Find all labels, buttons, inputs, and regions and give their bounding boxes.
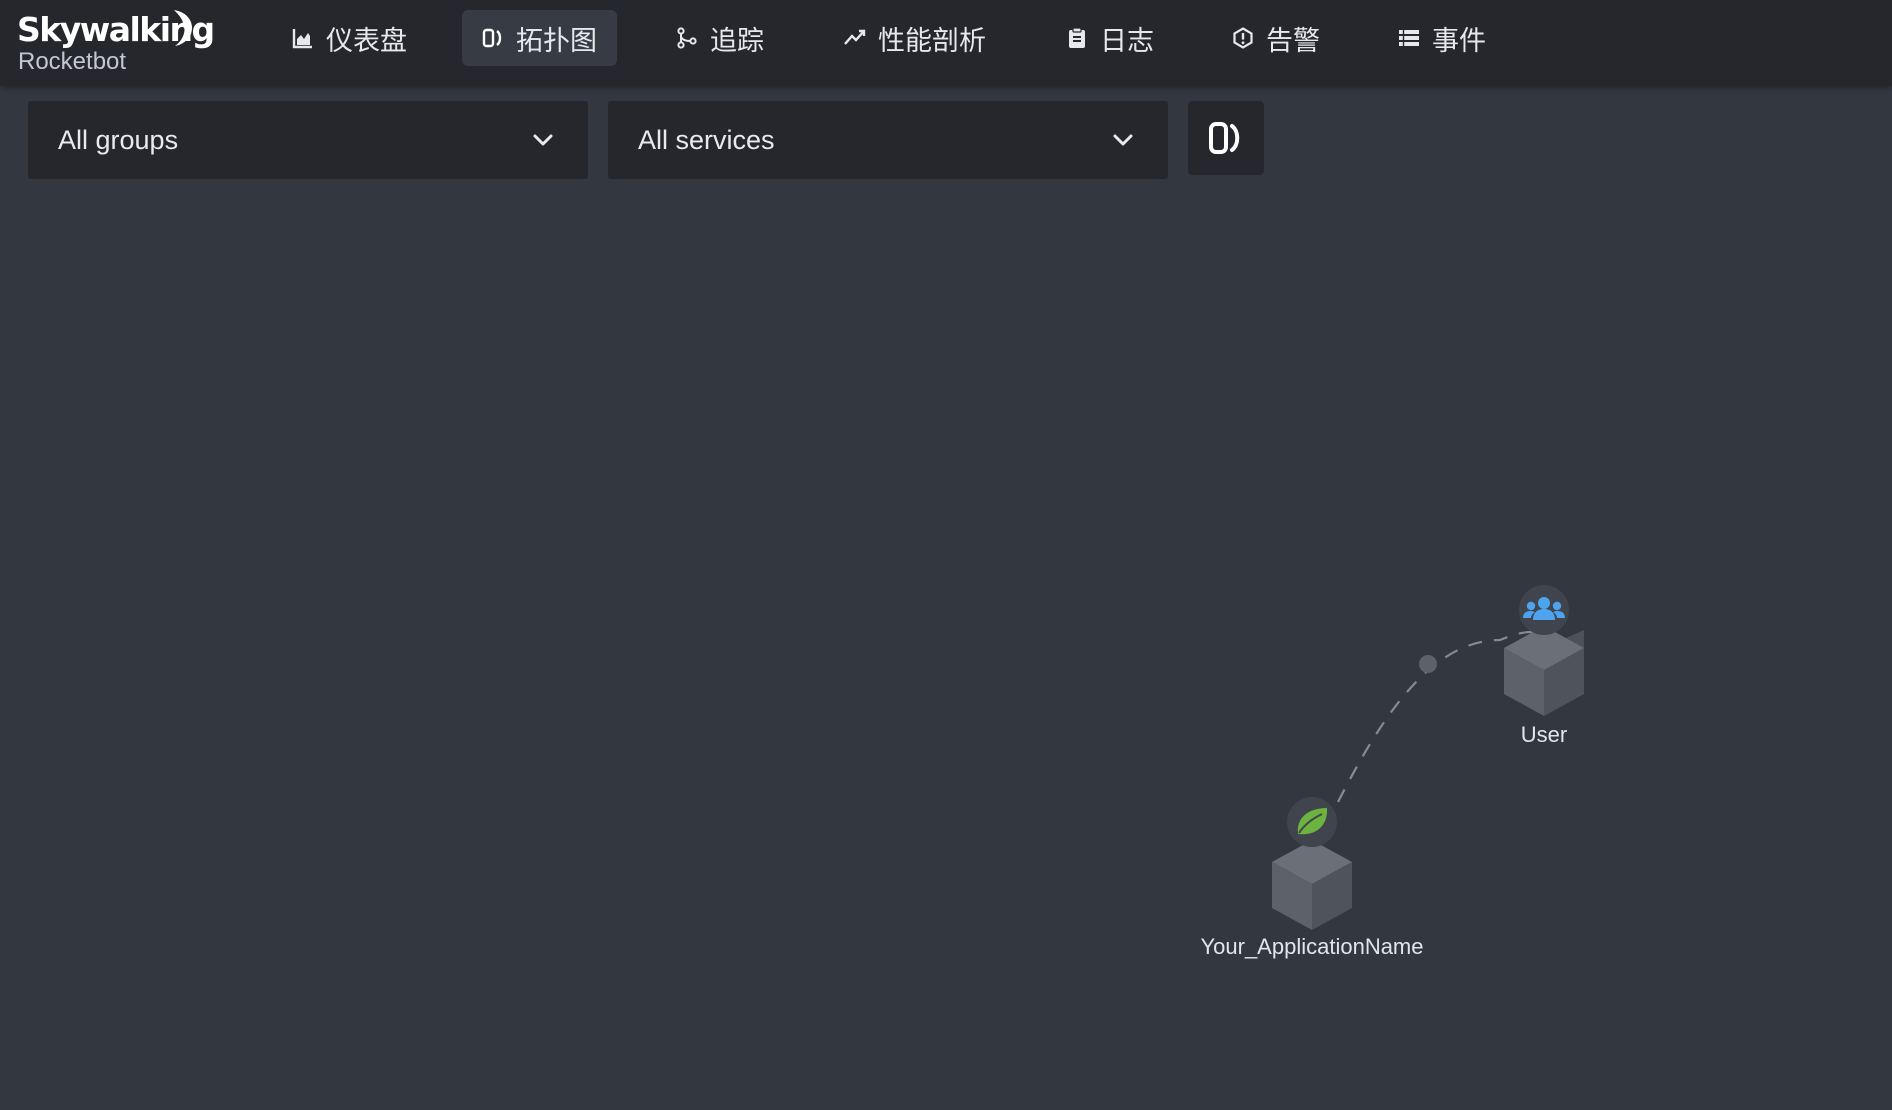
nav-item-label: 仪表盘	[326, 25, 407, 57]
nav-item-label: 事件	[1432, 25, 1486, 57]
group-select-value: All groups	[58, 125, 179, 155]
app-logo[interactable]: Skywalking Rocketbot	[17, 8, 215, 78]
topology-node-application[interactable]	[1272, 797, 1352, 930]
link-midpoint-handle[interactable]	[1419, 655, 1437, 673]
chart-icon	[292, 27, 314, 49]
chevron-down-icon	[532, 131, 554, 149]
nav-item-topology[interactable]: 拓扑图	[462, 10, 617, 66]
logo-swoosh-icon	[174, 10, 193, 46]
list-icon	[1398, 27, 1420, 49]
topology-canvas[interactable]: User Your_ApplicationName	[0, 190, 1892, 1110]
service-select-value: All services	[638, 125, 775, 155]
top-navigation-bar: Skywalking Rocketbot 仪表盘 拓扑图 追踪 性能剖析 日志 …	[0, 0, 1892, 86]
chevron-down-icon	[1112, 131, 1134, 149]
nav-item-alarms[interactable]: 告警	[1212, 10, 1340, 66]
service-select[interactable]: All services	[608, 101, 1168, 179]
nav-item-label: 追踪	[710, 25, 764, 57]
nav-item-trace[interactable]: 追踪	[656, 10, 784, 66]
logo-subtitle: Rocketbot	[18, 48, 127, 75]
nav-item-label: 告警	[1266, 25, 1320, 57]
alert-icon	[1232, 27, 1254, 49]
topology-node-user[interactable]	[1504, 585, 1584, 716]
nav-item-label: 拓扑图	[516, 25, 597, 57]
nav-item-dashboard[interactable]: 仪表盘	[272, 10, 427, 66]
topology-toggle-button[interactable]	[1188, 101, 1264, 175]
topology-icon	[482, 27, 504, 49]
topology-graph	[1272, 585, 1584, 930]
nav-item-label: 日志	[1100, 25, 1154, 57]
nav-item-logs[interactable]: 日志	[1046, 10, 1174, 66]
group-select[interactable]: All groups	[28, 101, 588, 179]
node-label-application: Your_ApplicationName	[1200, 934, 1424, 959]
node-label-user: User	[1520, 722, 1568, 747]
nav-item-events[interactable]: 事件	[1378, 10, 1506, 66]
nav-item-label: 性能剖析	[878, 25, 986, 57]
nav-item-profiling[interactable]: 性能剖析	[824, 10, 1006, 66]
topology-icon	[1209, 122, 1240, 154]
trace-icon	[676, 27, 698, 49]
trend-icon	[844, 27, 866, 49]
clipboard-icon	[1066, 27, 1088, 49]
